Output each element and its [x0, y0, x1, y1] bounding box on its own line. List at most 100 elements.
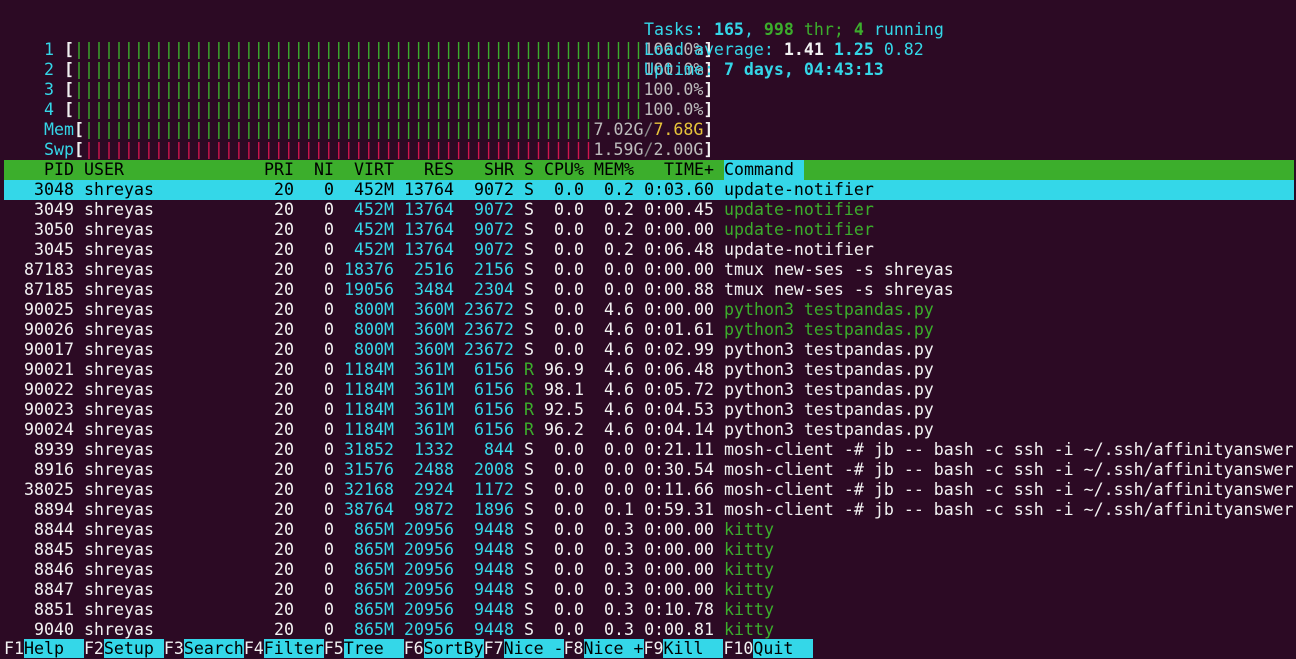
column-mem[interactable]: MEM% [584, 160, 634, 180]
process-shr: 6156 [474, 360, 514, 379]
process-row[interactable]: 8847 shreyas 20 0 865M 20956 9448 S 0.0 0.3 0:00.0… [4, 580, 1294, 600]
process-time: 0:04.14 [644, 420, 714, 439]
fkey-f2-button[interactable]: F2Setup [83, 639, 164, 658]
process-cpu: 96.2 [544, 420, 584, 439]
fkey-key: F6 [403, 639, 424, 658]
process-user: shreyas [84, 580, 154, 599]
process-row[interactable]: 90017 shreyas 20 0 800M 360M 23672 S 0.0 4.6 0:02.… [4, 340, 1294, 360]
column-pid[interactable]: PID [4, 160, 74, 180]
process-row[interactable]: 90022 shreyas 20 0 1184M 361M 6156 R 98.1 4.6 0:05… [4, 380, 1294, 400]
column-shr[interactable]: SHR [454, 160, 514, 180]
process-row[interactable]: 8894 shreyas 20 0 38764 9872 1896 S 0.0 0.1 0:59.3… [4, 500, 1294, 520]
process-row[interactable]: 3049 shreyas 20 0 452M 13764 9072 S 0.0 0.2 0:00.4… [4, 200, 1294, 220]
process-shr: 9072 [474, 200, 514, 219]
process-mem: 4.6 [604, 420, 634, 439]
process-user: shreyas [84, 400, 154, 419]
process-time: 0:05.72 [644, 380, 714, 399]
process-shr: 2156 [474, 260, 514, 279]
process-row[interactable]: 8844 shreyas 20 0 865M 20956 9448 S 0.0 0.3 0:00.0… [4, 520, 1294, 540]
process-row[interactable]: 8846 shreyas 20 0 865M 20956 9448 S 0.0 0.3 0:00.0… [4, 560, 1294, 580]
process-user: shreyas [84, 480, 154, 499]
process-time: 0:11.66 [644, 480, 714, 499]
process-res: 13764 [404, 180, 454, 199]
column-user[interactable]: USER [84, 160, 184, 180]
fkey-f6-button[interactable]: F6SortBy [403, 639, 484, 658]
process-row[interactable]: 8939 shreyas 20 0 31852 1332 844 S 0.0 0.0 0:21.11… [4, 440, 1294, 460]
process-user: shreyas [84, 460, 154, 479]
fkey-f3-button[interactable]: F3Search [163, 639, 244, 658]
process-state: S [524, 500, 534, 519]
process-user: shreyas [84, 520, 154, 539]
fkey-f8-button[interactable]: F8Nice + [563, 639, 644, 658]
column-cpu[interactable]: CPU% [534, 160, 584, 180]
fkey-key: F2 [83, 639, 104, 658]
column-res[interactable]: RES [394, 160, 454, 180]
fkey-f1-button[interactable]: F1Help [4, 639, 84, 658]
column-command[interactable]: Command [724, 160, 804, 180]
process-virt: 865M [354, 520, 394, 539]
process-res: 20956 [404, 620, 454, 639]
process-row[interactable]: 8851 shreyas 20 0 865M 20956 9448 S 0.0 0.3 0:10.7… [4, 600, 1294, 620]
process-state: S [524, 220, 534, 239]
process-row[interactable]: 3050 shreyas 20 0 452M 13764 9072 S 0.0 0.2 0:00.0… [4, 220, 1294, 240]
fkey-f5-button[interactable]: F5Tree [323, 639, 404, 658]
process-mem: 0.3 [604, 620, 634, 639]
column-state[interactable]: S [524, 160, 534, 180]
process-row[interactable]: 3045 shreyas 20 0 452M 13764 9072 S 0.0 0.2 0:06.4… [4, 240, 1294, 260]
process-state: S [524, 340, 534, 359]
process-row[interactable]: 8845 shreyas 20 0 865M 20956 9448 S 0.0 0.3 0:00.0… [4, 540, 1294, 560]
process-cpu: 0.0 [554, 200, 584, 219]
process-user: shreyas [84, 260, 154, 279]
fkey-f9-button[interactable]: F9Kill [643, 639, 724, 658]
process-priority: 20 [274, 220, 294, 239]
process-virt: 452M [354, 240, 394, 259]
process-row[interactable]: 38025 shreyas 20 0 32168 2924 1172 S 0.0 0.0 0:11.… [4, 480, 1294, 500]
column-pri[interactable]: PRI [184, 160, 294, 180]
process-mem: 4.6 [604, 300, 634, 319]
fkey-key: F9 [643, 639, 664, 658]
process-row[interactable]: 90023 shreyas 20 0 1184M 361M 6156 R 92.5 4.6 0:04… [4, 400, 1294, 420]
process-mem: 0.3 [604, 580, 634, 599]
process-command: python3 testpandas.py [724, 320, 934, 339]
process-mem: 0.3 [604, 520, 634, 539]
process-priority: 20 [274, 340, 294, 359]
process-user: shreyas [84, 360, 154, 379]
process-user: shreyas [84, 560, 154, 579]
fkey-f4-button[interactable]: F4Filter [243, 639, 324, 658]
process-priority: 20 [274, 300, 294, 319]
fkey-f7-button[interactable]: F7Nice - [483, 639, 564, 658]
process-row[interactable]: 90025 shreyas 20 0 800M 360M 23672 S 0.0 4.6 0:00.… [4, 300, 1294, 320]
swap-total: 2.00G [653, 140, 704, 159]
process-row[interactable]: 90024 shreyas 20 0 1184M 361M 6156 R 96.2 4.6 0:04… [4, 420, 1294, 440]
process-nice: 0 [324, 300, 334, 319]
process-time: 0:00.81 [644, 620, 714, 639]
process-row[interactable]: 3048 shreyas 20 0 452M 13764 9072 S 0.0 0.2 0:03.6… [4, 180, 1294, 200]
process-shr: 23672 [464, 340, 514, 359]
process-row[interactable]: 9040 shreyas 20 0 865M 20956 9448 S 0.0 0.3 0:00.8… [4, 620, 1294, 640]
process-virt: 38764 [344, 500, 394, 519]
load-1: 1.41 [783, 40, 824, 59]
column-time[interactable]: TIME+ [634, 160, 714, 180]
process-time: 0:21.11 [644, 440, 714, 459]
fkey-label: Help [23, 639, 84, 658]
process-nice: 0 [324, 380, 334, 399]
process-res: 13764 [404, 240, 454, 259]
process-pid: 3048 [34, 180, 74, 199]
process-pid: 3049 [34, 200, 74, 219]
fkey-key: F5 [323, 639, 344, 658]
process-row[interactable]: 90026 shreyas 20 0 800M 360M 23672 S 0.0 4.6 0:01.… [4, 320, 1294, 340]
process-row[interactable]: 90021 shreyas 20 0 1184M 361M 6156 R 96.9 4.6 0:06… [4, 360, 1294, 380]
process-row[interactable]: 87185 shreyas 20 0 19056 3484 2304 S 0.0 0.0 0:00.… [4, 280, 1294, 300]
process-nice: 0 [324, 440, 334, 459]
column-virt[interactable]: VIRT [334, 160, 394, 180]
running-count: 4 [853, 20, 864, 39]
process-state: S [524, 540, 534, 559]
threads-count: 998 [763, 20, 794, 39]
process-row[interactable]: 87183 shreyas 20 0 18376 2516 2156 S 0.0 0.0 0:00.… [4, 260, 1294, 280]
fkey-label: Search [183, 639, 244, 658]
column-ni[interactable]: NI [294, 160, 334, 180]
process-shr: 6156 [474, 420, 514, 439]
process-row[interactable]: 8916 shreyas 20 0 31576 2488 2008 S 0.0 0.0 0:30.5… [4, 460, 1294, 480]
fkey-f10-button[interactable]: F10Quit [723, 639, 814, 658]
fkey-key: F1 [4, 639, 24, 658]
